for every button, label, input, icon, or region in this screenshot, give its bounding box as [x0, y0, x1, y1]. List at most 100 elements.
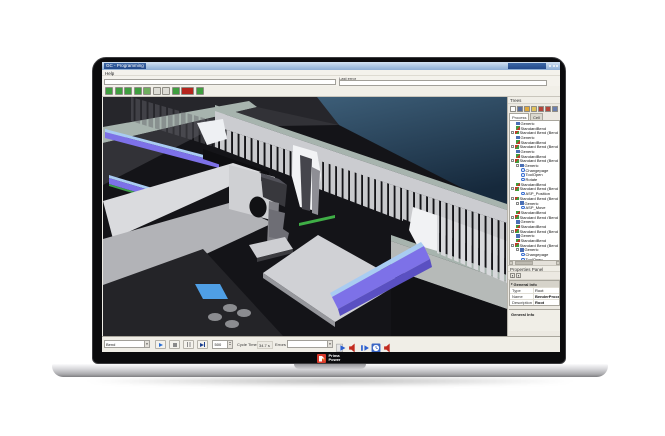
- dropdown-arrow-icon[interactable]: ▼: [327, 341, 332, 347]
- viewport-3d[interactable]: [103, 97, 507, 336]
- alphabetical-icon[interactable]: [516, 273, 521, 278]
- trees-tabs: Process Cell: [508, 113, 560, 120]
- tree-item-icon: [520, 248, 524, 252]
- properties-panel-title: Properties Panel: [508, 265, 560, 272]
- sim-tool-icon-3[interactable]: [124, 87, 132, 95]
- tree-expander-icon[interactable]: [511, 187, 514, 190]
- trees-toolbar: [508, 104, 560, 113]
- tree-item-icon: [521, 168, 525, 172]
- tree-expander-icon[interactable]: [511, 159, 514, 162]
- tree-item-icon: [516, 234, 520, 238]
- prima-power-logo-icon: [317, 354, 326, 363]
- tree-item-icon: [515, 215, 519, 219]
- tree-item-icon: [516, 183, 520, 187]
- tree-item-icon: [516, 140, 520, 144]
- tree-expander-icon[interactable]: [511, 197, 514, 200]
- tree-expander-icon[interactable]: [516, 164, 519, 167]
- property-row[interactable]: Type Root: [510, 287, 559, 293]
- tree-expander-icon[interactable]: [516, 202, 519, 205]
- save-icon[interactable]: [517, 106, 523, 112]
- tree-item-icon: [521, 253, 525, 257]
- tree-expander-icon[interactable]: [516, 248, 519, 251]
- app-window: GC - Programming Help Last error: [102, 62, 560, 352]
- tree-item-icon: [515, 197, 519, 201]
- property-grid: ▾ General Info Type Root Name BenderProc…: [509, 280, 560, 306]
- sim-tool-icon-8[interactable]: [172, 87, 180, 95]
- run-export-icon[interactable]: [336, 340, 346, 350]
- open-folder-icon[interactable]: [524, 106, 530, 112]
- sim-tool-icon-10[interactable]: [196, 87, 204, 95]
- sim-tool-icon-6[interactable]: [153, 87, 161, 95]
- main-toolbar: [102, 86, 560, 97]
- mockup-stage: Prima Power GC - Programming Help Last e…: [0, 0, 665, 436]
- machine-import-icon[interactable]: [538, 106, 544, 112]
- viewport-3d-canvas[interactable]: [103, 97, 507, 336]
- tree-item-icon: [521, 192, 525, 196]
- document-tab[interactable]: GC - Programming: [104, 63, 146, 69]
- machine-export-icon[interactable]: [545, 106, 551, 112]
- speed-spinner[interactable]: 500: [212, 340, 233, 349]
- step-play-icon[interactable]: [360, 340, 370, 350]
- tree-item-icon: [516, 154, 520, 158]
- properties-toolbar: [508, 272, 560, 280]
- tree-expander-icon[interactable]: [511, 145, 514, 148]
- step-forward-icon: [200, 343, 204, 347]
- add-folder-icon[interactable]: [531, 106, 537, 112]
- main-input[interactable]: [104, 79, 336, 85]
- tab-process[interactable]: Process: [509, 113, 529, 120]
- category-collapse-icon: ▾: [511, 282, 513, 286]
- tree-item-icon: [516, 136, 520, 140]
- spinner-arrows-icon[interactable]: [227, 341, 232, 348]
- record-red-icon[interactable]: [181, 87, 194, 95]
- tree-item-icon: [515, 187, 519, 191]
- window-buttons[interactable]: [549, 65, 558, 67]
- tree-item-icon: [516, 239, 520, 243]
- pause-icon: [187, 342, 189, 347]
- play-button[interactable]: [155, 340, 166, 349]
- stop-button[interactable]: [169, 340, 180, 349]
- sim-tool-icon-5[interactable]: [143, 87, 151, 95]
- tree-item-icon: [515, 243, 519, 247]
- cycle-time-value: 34.7 s: [257, 341, 273, 349]
- speaker-icon[interactable]: [348, 340, 358, 350]
- property-description-title: General Info: [511, 312, 558, 317]
- tree-item-icon: [516, 126, 520, 130]
- tree-item-icon: [516, 150, 520, 154]
- tree-expander-icon[interactable]: [511, 131, 514, 134]
- sim-tool-icon-7[interactable]: [162, 87, 170, 95]
- property-row[interactable]: Name BenderProcess: [510, 293, 559, 299]
- menu-help[interactable]: Help: [105, 71, 114, 76]
- tree-expander-icon[interactable]: [511, 244, 514, 247]
- tree-item-icon: [516, 122, 520, 126]
- categorized-icon[interactable]: [510, 273, 515, 278]
- pause-button[interactable]: [183, 340, 194, 349]
- tree-expander-icon[interactable]: [511, 216, 514, 219]
- cycle-clock-icon[interactable]: [371, 340, 381, 350]
- laptop-hinge-notch: [294, 364, 366, 369]
- tree-item-icon: [520, 201, 524, 205]
- cycle-time-label: Cycle Time: [237, 342, 257, 347]
- title-bar: GC - Programming: [102, 62, 560, 70]
- tree-item-icon: [521, 206, 525, 210]
- step-forward-button[interactable]: [197, 340, 208, 349]
- tree-item-icon: [521, 178, 525, 182]
- errors-dropdown[interactable]: ▼: [287, 340, 333, 348]
- right-panel: Trees Process Cell Generic StandardBe: [507, 97, 560, 336]
- punch-tool: [300, 155, 312, 211]
- tree-item-icon: [516, 220, 520, 224]
- new-document-icon[interactable]: [510, 106, 516, 112]
- property-row[interactable]: Description Root: [510, 299, 559, 305]
- sim-tool-icon-2[interactable]: [115, 87, 123, 95]
- sim-tool-icon-4[interactable]: [134, 87, 142, 95]
- mode-dropdown[interactable]: Bend ▼: [104, 340, 150, 348]
- trees-panel-title: Trees: [508, 97, 560, 104]
- speaker-red-icon[interactable]: [383, 340, 393, 350]
- brand-line2: Power: [328, 358, 340, 362]
- tree-settings-icon[interactable]: [552, 106, 558, 112]
- sim-tool-icon-1[interactable]: [105, 87, 113, 95]
- tab-cell[interactable]: Cell: [530, 113, 543, 120]
- tree-item-icon: [516, 211, 520, 215]
- property-description: General Info: [509, 309, 560, 331]
- dropdown-arrow-icon[interactable]: ▼: [144, 341, 149, 347]
- tree-expander-icon[interactable]: [511, 230, 514, 233]
